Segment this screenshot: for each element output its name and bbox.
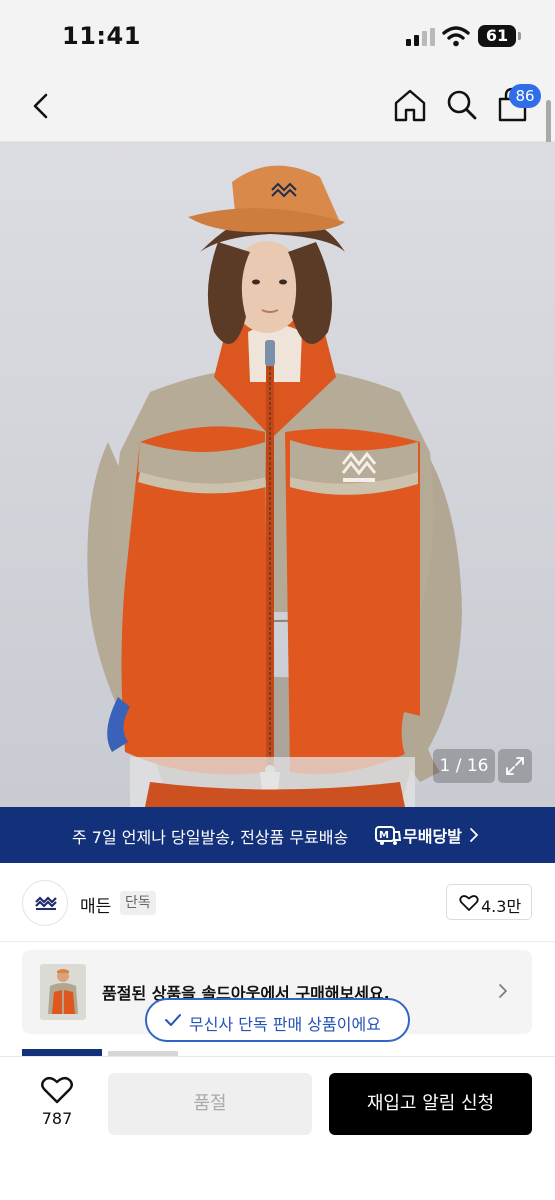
top-nav [0, 70, 555, 142]
svg-text:M: M [379, 830, 389, 841]
battery-icon: 61 [478, 25, 521, 47]
delivery-truck-icon: M [375, 826, 401, 845]
product-photo [0, 142, 555, 807]
wifi-icon [442, 26, 470, 47]
cellular-signal-icon [406, 28, 436, 46]
brand-name[interactable]: 매든 [80, 892, 111, 917]
exclusive-sale-chip: 무신사 단독 판매 상품이에요 [145, 998, 410, 1042]
soldout-button: 품절 [108, 1073, 312, 1135]
exclusive-sale-text: 무신사 단독 판매 상품이에요 [189, 1015, 381, 1034]
heart-icon [459, 895, 479, 911]
image-pager: 1 / 16 [433, 749, 495, 783]
delivery-banner-text: 주 7일 언제나 당일발송, 전상품 무료배송 [72, 828, 349, 847]
cart-count-badge: 86 [509, 84, 541, 108]
chevron-right-icon [499, 984, 508, 998]
brand-like-count: 4.3만 [481, 897, 522, 916]
purchase-bar: 787 품절 재입고 알림 신청 [0, 1056, 555, 1200]
soldout-product-thumbnail [40, 964, 86, 1020]
product-page: 11:41 61 86 1 / 16 주 7일 언제나 당일발송, 전상품 무료… [0, 0, 555, 1200]
brand-row: 매든 단독 4.3만 [0, 864, 555, 942]
brand-logo-icon [35, 896, 57, 910]
expand-icon[interactable] [498, 749, 532, 783]
brand-like-button[interactable]: 4.3만 [446, 884, 532, 920]
status-time: 11:41 [62, 22, 141, 50]
content-peek [22, 1049, 102, 1056]
battery-level: 61 [485, 26, 509, 45]
check-icon [165, 1014, 181, 1026]
wishlist-heart-icon[interactable] [40, 1075, 74, 1105]
delivery-service-name: 무배당발 [403, 827, 462, 846]
product-gallery[interactable]: 1 / 16 [0, 142, 555, 807]
brand-logo[interactable] [22, 880, 68, 926]
status-bar: 11:41 61 [0, 0, 555, 70]
exclusive-tag: 단독 [120, 891, 156, 915]
back-icon[interactable] [26, 88, 56, 124]
home-icon[interactable] [392, 86, 428, 124]
restock-alert-button[interactable]: 재입고 알림 신청 [329, 1073, 532, 1135]
wishlist-count: 787 [41, 1109, 73, 1128]
search-icon[interactable] [444, 86, 480, 124]
chevron-right-icon [470, 828, 479, 842]
free-delivery-banner[interactable]: 주 7일 언제나 당일발송, 전상품 무료배송 M 무배당발 [0, 807, 555, 863]
